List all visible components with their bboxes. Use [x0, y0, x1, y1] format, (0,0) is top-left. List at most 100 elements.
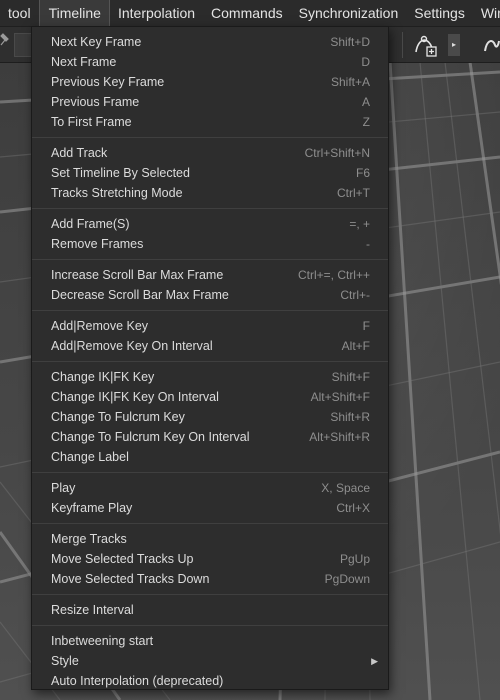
menu-group: Inbetweening start Style ▶ Auto Interpolati… [32, 625, 388, 696]
menu-item-label: Change IK|FK Key [51, 370, 155, 384]
menu-item-shortcut: Ctrl+=, Ctrl++ [297, 268, 370, 282]
menu-item-shortcut: Ctrl+- [340, 288, 370, 302]
menu-timeline[interactable]: Timeline [38, 0, 110, 26]
menu-item-shortcut: F [362, 319, 370, 333]
toolbar-field[interactable] [14, 33, 32, 57]
menu-item-label: Change To Fulcrum Key [51, 410, 185, 424]
menu-item-tracks-stretching-mode[interactable]: Tracks Stretching Mode Ctrl+T [32, 183, 388, 203]
menu-item-label: Play [51, 481, 76, 495]
menu-item-label: Next Key Frame [51, 35, 142, 49]
menu-interpolation[interactable]: Interpolation [110, 0, 203, 26]
menu-settings[interactable]: Settings [406, 0, 473, 26]
submenu-arrow-icon: ▶ [371, 656, 378, 666]
menu-group: Resize Interval [32, 594, 388, 625]
menu-item-merge-tracks[interactable]: Merge Tracks [32, 529, 388, 549]
node-add-icon[interactable] [412, 32, 438, 58]
menu-item-add-track[interactable]: Add Track Ctrl+Shift+N [32, 143, 388, 163]
menu-item-shortcut: Ctrl+Shift+N [304, 146, 370, 160]
expand-arrow-icon[interactable]: ▸ [448, 34, 460, 56]
menu-item-shortcut: Alt+F [341, 339, 370, 353]
pin-icon[interactable] [0, 33, 12, 47]
menu-item-add-frame-s[interactable]: Add Frame(S) =, + [32, 214, 388, 234]
menu-group: Play X, Space Keyframe Play Ctrl+X [32, 472, 388, 523]
menu-item-label: Change IK|FK Key On Interval [51, 390, 219, 404]
menu-item-label: Set Timeline By Selected [51, 166, 190, 180]
menu-item-change-ik-fk-key-on-interval[interactable]: Change IK|FK Key On Interval Alt+Shift+F [32, 387, 388, 407]
menu-item-add-remove-key-on-interval[interactable]: Add|Remove Key On Interval Alt+F [32, 336, 388, 356]
menu-group: Change IK|FK Key Shift+F Change IK|FK Key … [32, 361, 388, 472]
menu-item-add-remove-key[interactable]: Add|Remove Key F [32, 316, 388, 336]
menu-item-shortcut: =, + [349, 217, 370, 231]
menu-item-label: Style [51, 654, 79, 668]
menu-item-shortcut: Z [362, 115, 370, 129]
menu-item-previous-key-frame[interactable]: Previous Key Frame Shift+A [32, 72, 388, 92]
menu-item-keyframe-play[interactable]: Keyframe Play Ctrl+X [32, 498, 388, 518]
menu-item-shortcut: Shift+R [330, 410, 370, 424]
menu-item-label: Change To Fulcrum Key On Interval [51, 430, 250, 444]
toolbar-separator [402, 32, 403, 58]
menu-item-play[interactable]: Play X, Space [32, 478, 388, 498]
menu-group: Add Track Ctrl+Shift+N Set Timeline By Sel… [32, 137, 388, 208]
menu-item-increase-scroll-bar-max-frame[interactable]: Increase Scroll Bar Max Frame Ctrl+=, Ctr… [32, 265, 388, 285]
menu-item-change-to-fulcrum-key-on-interval[interactable]: Change To Fulcrum Key On Interval Alt+Shi… [32, 427, 388, 447]
menu-item-set-timeline-by-selected[interactable]: Set Timeline By Selected F6 [32, 163, 388, 183]
menu-bar: tool Timeline Interpolation Commands Syn… [0, 0, 500, 27]
menu-item-label: Merge Tracks [51, 532, 127, 546]
menu-item-decrease-scroll-bar-max-frame[interactable]: Decrease Scroll Bar Max Frame Ctrl+- [32, 285, 388, 305]
menu-item-label: Add|Remove Key [51, 319, 149, 333]
menu-item-style[interactable]: Style ▶ [32, 651, 388, 671]
menu-tool[interactable]: tool [0, 0, 39, 26]
menu-item-next-key-frame[interactable]: Next Key Frame Shift+D [32, 32, 388, 52]
menu-item-label: Add Frame(S) [51, 217, 130, 231]
menu-item-shortcut: Shift+F [331, 370, 370, 384]
menu-item-shortcut: Shift+D [330, 35, 370, 49]
menu-item-auto-interpolation-deprecated[interactable]: Auto Interpolation (deprecated) [32, 671, 388, 691]
menu-item-label: Previous Key Frame [51, 75, 165, 89]
menu-item-remove-frames[interactable]: Remove Frames - [32, 234, 388, 254]
menu-item-shortcut: D [361, 55, 370, 69]
menu-item-resize-interval[interactable]: Resize Interval [32, 600, 388, 620]
menu-item-label: Auto Interpolation (deprecated) [51, 674, 224, 688]
menu-item-shortcut: F6 [355, 166, 370, 180]
menu-group: Add|Remove Key F Add|Remove Key On Interva… [32, 310, 388, 361]
menu-item-shortcut: - [366, 237, 370, 251]
menu-item-label: Move Selected Tracks Up [51, 552, 194, 566]
menu-item-shortcut: PgDown [324, 572, 370, 586]
menu-item-shortcut: Shift+A [330, 75, 370, 89]
menu-item-shortcut: X, Space [321, 481, 370, 495]
menu-item-label: Add Track [51, 146, 108, 160]
menu-item-change-ik-fk-key[interactable]: Change IK|FK Key Shift+F [32, 367, 388, 387]
menu-item-change-label[interactable]: Change Label [32, 447, 388, 467]
menu-item-label: Remove Frames [51, 237, 144, 251]
menu-group: Add Frame(S) =, + Remove Frames - [32, 208, 388, 259]
menu-item-next-frame[interactable]: Next Frame D [32, 52, 388, 72]
menu-item-shortcut: A [361, 95, 370, 109]
menu-item-label: Move Selected Tracks Down [51, 572, 210, 586]
menu-item-previous-frame[interactable]: Previous Frame A [32, 92, 388, 112]
menu-item-shortcut: Alt+Shift+F [310, 390, 370, 404]
menu-group: Next Key Frame Shift+D Next Frame D Previous… [32, 27, 388, 137]
menu-group: Increase Scroll Bar Max Frame Ctrl+=, Ctr… [32, 259, 388, 310]
curve-icon[interactable] [484, 35, 500, 55]
menu-item-label: Decrease Scroll Bar Max Frame [51, 288, 229, 302]
menu-item-label: Keyframe Play [51, 501, 133, 515]
menu-item-move-selected-tracks-down[interactable]: Move Selected Tracks Down PgDown [32, 569, 388, 589]
menu-item-shortcut: Ctrl+T [337, 186, 370, 200]
menu-group: Merge Tracks Move Selected Tracks Up PgUp M… [32, 523, 388, 594]
menu-item-change-to-fulcrum-key[interactable]: Change To Fulcrum Key Shift+R [32, 407, 388, 427]
menu-item-inbetweening-start[interactable]: Inbetweening start [32, 631, 388, 651]
menu-item-to-first-frame[interactable]: To First Frame Z [32, 112, 388, 132]
menu-item-shortcut: PgUp [339, 552, 370, 566]
menu-item-label: Increase Scroll Bar Max Frame [51, 268, 224, 282]
menu-item-label: Add|Remove Key On Interval [51, 339, 213, 353]
menu-item-label: Resize Interval [51, 603, 134, 617]
menu-item-label: Change Label [51, 450, 129, 464]
menu-item-label: Inbetweening start [51, 634, 154, 648]
menu-window[interactable]: Windo [473, 0, 500, 26]
menu-item-shortcut: Ctrl+X [336, 501, 370, 515]
menu-item-label: Tracks Stretching Mode [51, 186, 183, 200]
menu-item-move-selected-tracks-up[interactable]: Move Selected Tracks Up PgUp [32, 549, 388, 569]
menu-synchronization[interactable]: Synchronization [291, 0, 407, 26]
menu-commands[interactable]: Commands [203, 0, 291, 26]
menu-item-label: To First Frame [51, 115, 132, 129]
